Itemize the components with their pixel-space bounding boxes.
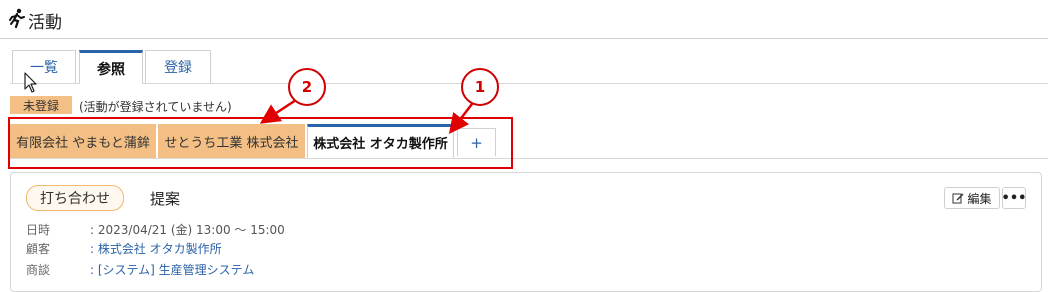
company-tab-label: せとうち工業 株式会社 xyxy=(164,135,299,151)
arrow-2 xyxy=(259,98,297,124)
deal-label: 商談 xyxy=(26,263,51,277)
company-tab-setouchi[interactable]: せとうち工業 株式会社 xyxy=(158,124,305,158)
company-tabs-divider xyxy=(10,158,1048,159)
company-tab-label: 株式会社 オタカ製作所 xyxy=(313,137,448,152)
company-tab-otaka[interactable]: 株式会社 オタカ製作所 xyxy=(307,124,454,158)
activity-title: 提案 xyxy=(150,190,181,208)
deal-link[interactable]: : [システム] 生産管理システム xyxy=(90,261,254,278)
page-title: 活動 xyxy=(28,13,62,33)
add-company-tab-button[interactable]: + xyxy=(457,128,496,156)
customer-link[interactable]: : 株式会社 オタカ製作所 xyxy=(90,240,222,257)
tab-register-label: 登録 xyxy=(164,60,192,76)
tab-list-label: 一覧 xyxy=(30,60,58,76)
tab-view-label: 参照 xyxy=(97,61,125,78)
tab-view[interactable]: 参照 xyxy=(79,50,143,84)
tab-list[interactable]: 一覧 xyxy=(12,50,76,83)
status-note: (活動が登録されていません) xyxy=(79,100,232,114)
page-header: 活動 xyxy=(0,0,1048,39)
edit-button-label: 編集 xyxy=(967,191,992,206)
edit-button[interactable]: 編集 xyxy=(944,187,1000,209)
more-options-button[interactable]: ••• xyxy=(1002,187,1026,209)
activity-type-badge: 打ち合わせ xyxy=(26,185,124,211)
company-tab-yamamoto[interactable]: 有限会社 やまもと蒲鉾 xyxy=(10,124,156,158)
tab-register[interactable]: 登録 xyxy=(145,50,211,83)
tabs-divider xyxy=(10,83,1048,84)
arrow-1 xyxy=(448,103,473,134)
edit-icon xyxy=(952,193,964,204)
runner-icon xyxy=(9,8,25,28)
datetime-label: 日時 xyxy=(26,223,51,237)
callout-2: 2 xyxy=(288,68,326,106)
callout-1: 1 xyxy=(461,68,499,106)
customer-label: 顧客 xyxy=(26,242,51,256)
datetime-value: : 2023/04/21 (金) 13:00 ～ 15:00 xyxy=(90,223,285,237)
status-badge: 未登録 xyxy=(10,96,72,114)
plus-icon: + xyxy=(470,133,483,152)
company-tab-label: 有限会社 やまもと蒲鉾 xyxy=(16,135,150,151)
ellipsis-icon: ••• xyxy=(1001,190,1027,206)
